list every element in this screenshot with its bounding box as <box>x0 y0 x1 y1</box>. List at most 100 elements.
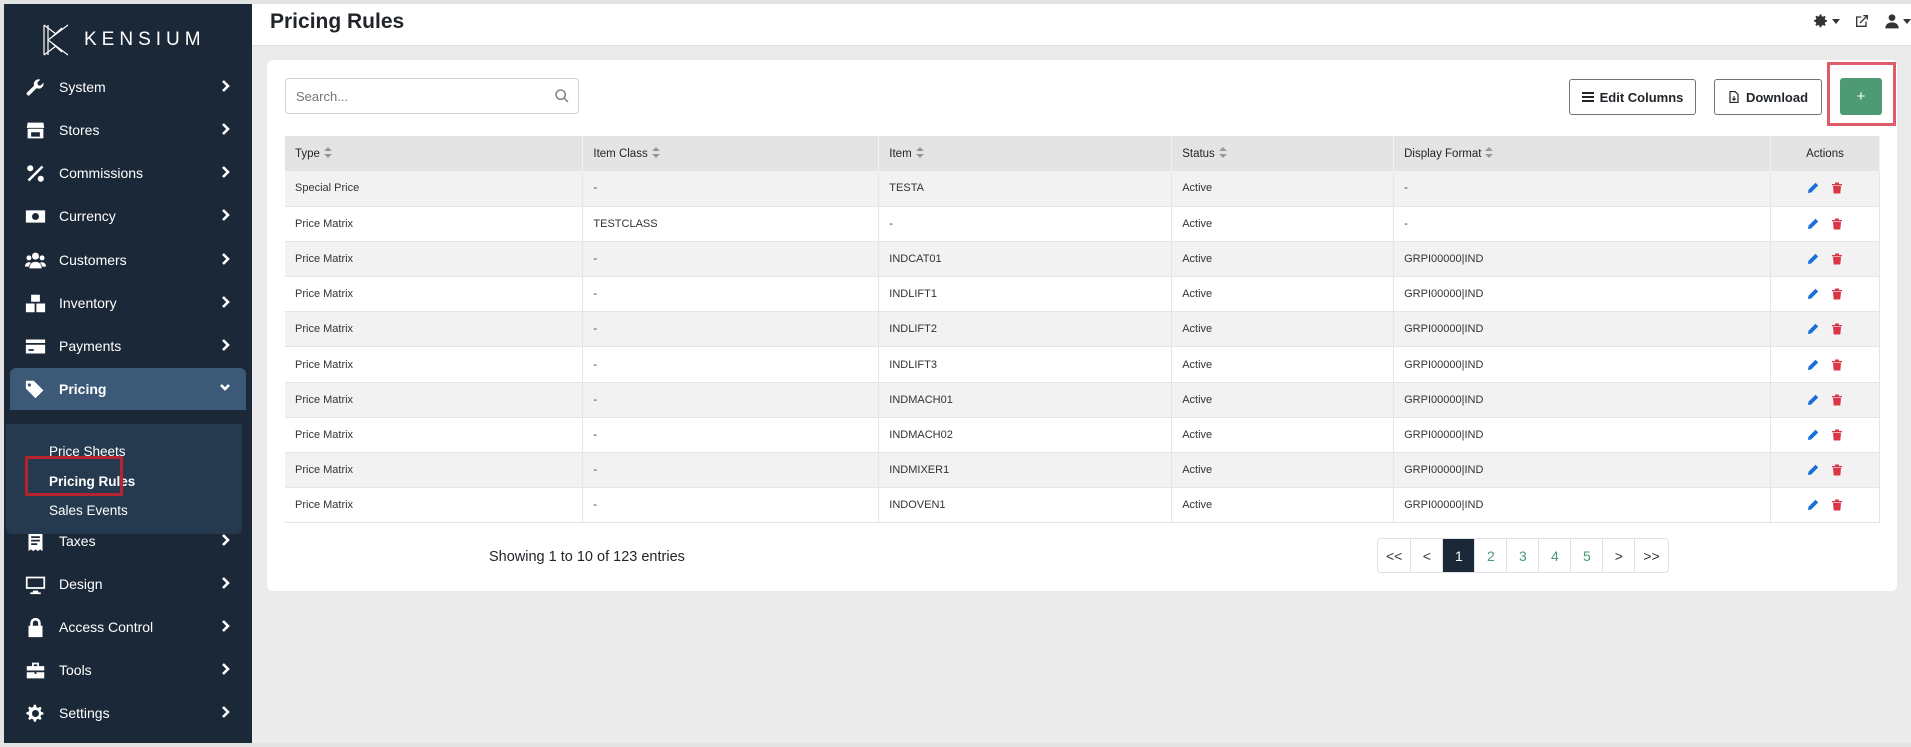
table-row[interactable]: Price Matrix - INDMIXER1 Active GRPI00000|IN… <box>285 452 1880 489</box>
sort-icon[interactable] <box>915 146 924 161</box>
boxes-icon <box>24 292 46 314</box>
cell-actions <box>1770 417 1880 454</box>
page-3-button[interactable]: 3 <box>1507 539 1540 572</box>
page-5-button[interactable]: 5 <box>1571 539 1604 572</box>
page-2-button[interactable]: 2 <box>1475 539 1508 572</box>
table-row[interactable]: Price Matrix - INDMACH02 Active GRPI00000|IN… <box>285 417 1880 454</box>
edit-icon[interactable] <box>1807 323 1819 335</box>
open-storefront-button[interactable] <box>1854 13 1870 29</box>
column-header-label: Item <box>889 147 912 160</box>
sidebar-item-tools[interactable]: Tools <box>10 650 246 690</box>
trash-icon[interactable] <box>1831 288 1843 300</box>
kensium-logo-icon <box>43 24 69 56</box>
column-header-display-format[interactable]: Display Format <box>1393 136 1771 171</box>
last-page-button[interactable]: >> <box>1635 539 1668 572</box>
cell-type: Price Matrix <box>285 346 584 383</box>
add-pricing-rule-button[interactable]: + <box>1840 78 1882 115</box>
chevron-right-icon <box>218 533 232 547</box>
table-row[interactable]: Price Matrix - INDCAT01 Active GRPI00000|IND <box>285 241 1880 278</box>
table-row[interactable]: Price Matrix - INDLIFT2 Active GRPI00000|IND <box>285 311 1880 348</box>
column-header-item-class[interactable]: Item Class <box>582 136 880 171</box>
trash-icon[interactable] <box>1831 182 1843 194</box>
edit-icon[interactable] <box>1807 182 1819 194</box>
pricing-rules-table: Type Item Class Item Status Display Form… <box>285 136 1880 524</box>
sidebar-item-pricing[interactable]: Pricing <box>10 368 246 410</box>
credit-card-icon <box>24 335 46 357</box>
table-row[interactable]: Price Matrix - INDLIFT1 Active GRPI00000|IND <box>285 276 1880 313</box>
sort-icon[interactable] <box>651 146 660 161</box>
trash-icon[interactable] <box>1831 359 1843 371</box>
cell-display-format: GRPI00000|IND <box>1393 346 1771 383</box>
sidebar-item-customers[interactable]: Customers <box>10 240 246 280</box>
trash-icon[interactable] <box>1831 253 1843 265</box>
first-page-button[interactable]: << <box>1378 539 1412 572</box>
sidebar-item-label: Commissions <box>59 165 144 181</box>
sort-icon[interactable] <box>1218 146 1227 161</box>
edit-icon[interactable] <box>1807 394 1819 406</box>
wrench-icon <box>24 76 46 98</box>
user-menu[interactable] <box>1884 13 1911 29</box>
chevron-down-icon <box>1903 18 1911 24</box>
cell-item: INDMACH02 <box>878 417 1173 454</box>
edit-icon[interactable] <box>1807 499 1819 511</box>
chevron-right-icon <box>218 662 232 676</box>
table-row[interactable]: Special Price - TESTA Active - <box>285 171 1880 207</box>
page-4-button[interactable]: 4 <box>1539 539 1572 572</box>
edit-icon[interactable] <box>1807 288 1819 300</box>
column-header-item[interactable]: Item <box>878 136 1173 171</box>
sidebar-item-access-control[interactable]: Access Control <box>10 607 246 647</box>
edit-icon[interactable] <box>1807 429 1819 441</box>
table-row[interactable]: Price Matrix - INDMACH01 Active GRPI00000|IN… <box>285 382 1880 418</box>
cell-display-format: GRPI00000|IND <box>1393 311 1771 348</box>
sidebar-item-design[interactable]: Design <box>10 564 246 604</box>
cell-actions <box>1770 241 1880 278</box>
percent-icon <box>24 162 46 184</box>
cell-item-class: - <box>582 452 880 489</box>
sort-icon[interactable] <box>323 146 332 161</box>
cell-type: Price Matrix <box>285 417 584 454</box>
search-input[interactable] <box>286 79 536 113</box>
table-row[interactable]: Price Matrix - INDLIFT3 Active GRPI00000|IND <box>285 346 1880 383</box>
sidebar-item-settings[interactable]: Settings <box>10 693 246 733</box>
sidebar-item-payments[interactable]: Payments <box>10 326 246 366</box>
edit-icon[interactable] <box>1807 359 1819 371</box>
pricing-rules-card: Edit Columns Download + Type Item Class … <box>267 60 1897 591</box>
chevron-right-icon <box>218 705 232 719</box>
sidebar-item-system[interactable]: System <box>10 67 246 107</box>
edit-columns-label: Edit Columns <box>1599 89 1684 105</box>
column-header-status[interactable]: Status <box>1171 136 1395 171</box>
settings-dropdown[interactable] <box>1813 13 1840 29</box>
brand-logo[interactable]: KENSIUM <box>4 4 252 76</box>
trash-icon[interactable] <box>1831 499 1843 511</box>
trash-icon[interactable] <box>1831 429 1843 441</box>
trash-icon[interactable] <box>1831 464 1843 476</box>
prev-page-button[interactable]: < <box>1411 539 1444 572</box>
sidebar-item-stores[interactable]: Stores <box>10 110 246 150</box>
download-button[interactable]: Download <box>1714 79 1822 115</box>
search-icon[interactable] <box>554 88 570 104</box>
column-header-type[interactable]: Type <box>285 136 584 171</box>
cell-item-class: - <box>582 417 880 454</box>
page-1-button[interactable]: 1 <box>1443 539 1476 572</box>
cell-display-format: GRPI00000|IND <box>1393 452 1771 489</box>
sidebar-subitem-sales-events[interactable]: Sales Events <box>49 503 128 518</box>
trash-icon[interactable] <box>1831 218 1843 230</box>
sidebar-item-commissions[interactable]: Commissions <box>10 153 246 193</box>
edit-icon[interactable] <box>1807 253 1819 265</box>
table-row[interactable]: Price Matrix - INDOVEN1 Active GRPI00000|IND <box>285 487 1880 524</box>
trash-icon[interactable] <box>1831 323 1843 335</box>
sidebar-item-currency[interactable]: Currency <box>10 196 246 236</box>
cell-item: TESTA <box>878 171 1173 207</box>
cell-status: Active <box>1171 487 1395 524</box>
edit-icon[interactable] <box>1807 464 1819 476</box>
chevron-right-icon <box>218 208 232 222</box>
trash-icon[interactable] <box>1831 394 1843 406</box>
edit-columns-button[interactable]: Edit Columns <box>1569 79 1696 115</box>
table-row[interactable]: Price Matrix TESTCLASS - Active - <box>285 206 1880 242</box>
edit-icon[interactable] <box>1807 218 1819 230</box>
sidebar-item-label: Tools <box>59 662 92 678</box>
sort-icon[interactable] <box>1485 146 1494 161</box>
next-page-button[interactable]: > <box>1603 539 1636 572</box>
sidebar-item-inventory[interactable]: Inventory <box>10 283 246 323</box>
sidebar-item-label: Payments <box>59 338 122 354</box>
